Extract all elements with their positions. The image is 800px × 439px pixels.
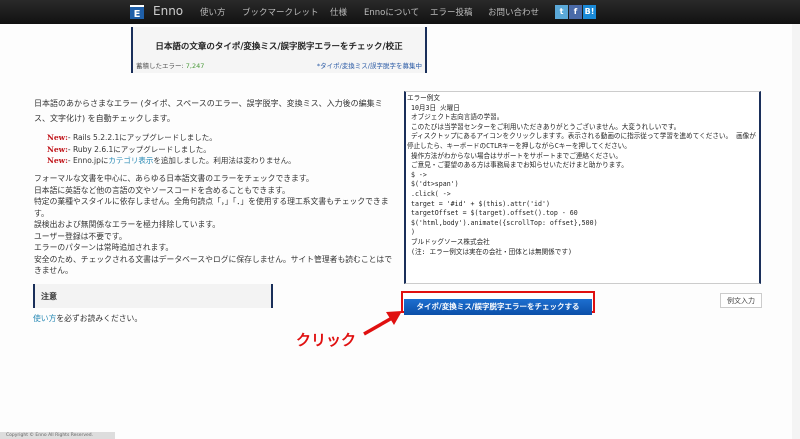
click-annotation: クリック xyxy=(296,331,357,349)
note-box: 注意 xyxy=(33,284,273,308)
nav-spec[interactable]: 仕様 xyxy=(330,6,347,18)
intro-text: 日本語のあからさまなエラー (タイポ、スペースのエラー、誤字脱字、変換ミス、入力… xyxy=(34,99,383,123)
feature-list: フォーマルな文書を中心に、あらゆる日本語文書のエラーをチェックできます。 日本語に… xyxy=(34,174,393,275)
nav-bookmarklet[interactable]: ブックマークレット xyxy=(242,6,319,18)
text-line: ご意見・ご要望のある方は事務局までお知らせいただけまと助かります。 xyxy=(407,161,628,170)
facebook-icon[interactable]: f xyxy=(569,5,582,19)
check-button-highlight: タイポ/変換ミス/誤字脱字エラーをチェックする xyxy=(401,291,595,315)
note-text: 使い方を必ずお読みください。 xyxy=(33,314,143,323)
news-list: New:- Rails 5.2.2.1にアップグレードしました。 New:- R… xyxy=(47,132,296,167)
nav-post-error[interactable]: エラー投稿 xyxy=(430,6,473,18)
text-line: このたびは当学習センターをご利用いただきありがとうございません。大変うれしいです… xyxy=(407,122,681,131)
news-item: New:- Ruby 2.6.1にアップグレードしました。 xyxy=(47,144,211,154)
text-line: ディスクトップにあるアイコンをクリックしますす。表示される動画のに指示従って学習… xyxy=(407,132,756,150)
example-button[interactable]: 例文入力 xyxy=(720,293,762,308)
text-line: オブジェクト志向言語の学習。 xyxy=(407,113,504,122)
text-line: ) xyxy=(407,228,415,237)
hatena-icon[interactable]: B! xyxy=(583,5,596,19)
text-line: targetOffset = $(target).offset().top - … xyxy=(407,209,578,218)
twitter-icon[interactable]: t xyxy=(555,5,568,19)
top-nav: E Enno 使い方 ブックマークレット 仕様 Ennoについて エラー投稿 お… xyxy=(0,0,800,24)
usage-link[interactable]: 使い方 xyxy=(33,314,56,323)
note-title: 注意 xyxy=(41,292,57,301)
news-item: New:- Enno.jpにカテゴリ表示を追加しました。利用法は変わりません。 xyxy=(47,156,296,165)
page-title: 日本語の文章のタイポ/変換ミス/誤字脱字エラーをチェック/校正 xyxy=(155,42,403,52)
text-line: $('dt>span') xyxy=(407,180,459,189)
nav-usage[interactable]: 使い方 xyxy=(200,6,226,18)
text-line: $ -> xyxy=(407,170,427,179)
brand-link[interactable]: Enno xyxy=(153,4,183,18)
arrow-icon xyxy=(363,311,402,336)
nav-contact[interactable]: お問い合わせ xyxy=(488,6,539,18)
text-line: .click( -> xyxy=(407,189,451,198)
error-count: 蓄積したエラー: 7,247 xyxy=(136,62,205,70)
footer: Copyright © Enno All Rights Reserved. xyxy=(0,432,115,439)
text-line: ブルドッグソース株式会社 xyxy=(407,237,490,246)
text-line: target = '#id' + $(this).attr('id') xyxy=(407,199,550,208)
nav-about[interactable]: Ennoについて xyxy=(364,6,419,18)
text-line: 10月3日 火曜日 xyxy=(407,103,460,112)
logo-icon[interactable]: E xyxy=(130,5,144,20)
scrollbar[interactable] xyxy=(792,24,800,439)
text-line: (注: エラー例文は実在の会社・団体とは無関係です) xyxy=(407,247,572,256)
text-line: $('html,body').animate({scrollTop: offse… xyxy=(407,218,598,227)
text-line: エラー例文 xyxy=(407,94,440,102)
recruit-link[interactable]: *タイポ/変換ミス/誤字脱字を募集中 xyxy=(317,60,422,70)
category-link[interactable]: カテゴリ表示 xyxy=(108,156,153,165)
news-item: New:- Rails 5.2.2.1にアップグレードしました。 xyxy=(47,133,217,142)
text-line: 操作方法がわからない場合はサポートをサポートまでご連絡ください。 xyxy=(407,151,622,160)
check-button[interactable]: タイポ/変換ミス/誤字脱字エラーをチェックする xyxy=(404,298,592,315)
text-input[interactable]: エラー例文 10月3日 火曜日 オブジェクト志向言語の学習。 このたびは当学習セ… xyxy=(404,91,761,284)
site-header: 日本語の文章のタイポ/変換ミス/誤字脱字エラーをチェック/校正 蓄積したエラー:… xyxy=(131,27,427,73)
